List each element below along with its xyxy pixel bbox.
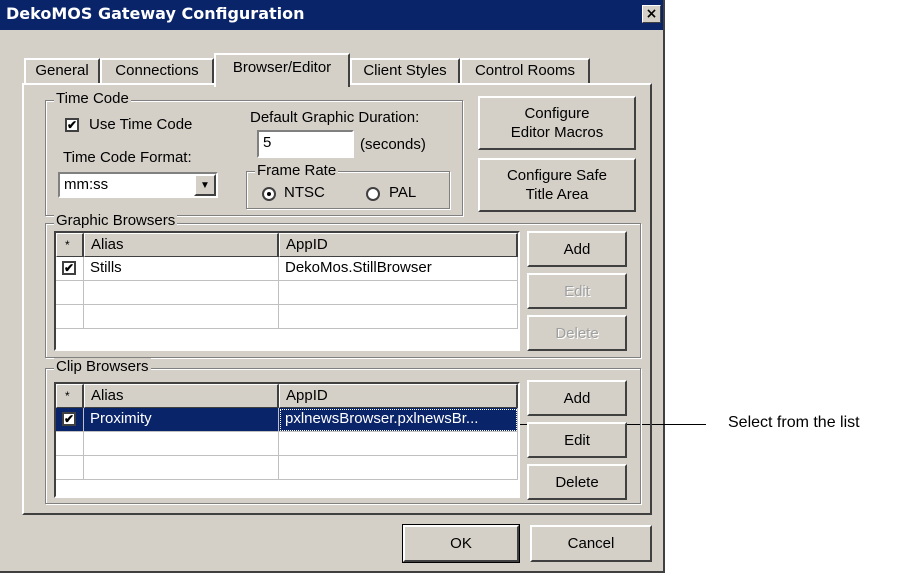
use-time-code-checkbox[interactable]: ✔ — [65, 118, 79, 132]
ntsc-label: NTSC — [284, 184, 325, 201]
graphic-delete-button[interactable]: Delete — [527, 315, 627, 351]
close-button[interactable]: × — [642, 5, 661, 23]
empty-cell — [279, 281, 518, 305]
tab-control-rooms[interactable]: Control Rooms — [460, 58, 590, 84]
configure-safe-title-area-button[interactable]: Configure Safe Title Area — [478, 158, 636, 212]
empty-cell — [84, 281, 279, 305]
clip-add-button[interactable]: Add — [527, 380, 627, 416]
appid-cell: pxlnewsBrowser.pxlnewsBr... — [279, 408, 518, 432]
tab-connections[interactable]: Connections — [100, 58, 214, 84]
appid-cell: DekoMos.StillBrowser — [279, 257, 518, 281]
column-header-alias[interactable]: Alias — [84, 233, 279, 257]
clip-browsers-group-label: Clip Browsers — [54, 358, 151, 375]
title-bar[interactable]: DekoMOS Gateway Configuration × — [0, 0, 663, 30]
time-code-format-select[interactable]: mm:ss ▼ — [58, 172, 218, 198]
empty-cell — [84, 305, 279, 329]
dropdown-button[interactable]: ▼ — [194, 174, 216, 196]
column-header-star[interactable]: * — [56, 384, 84, 408]
column-header-alias[interactable]: Alias — [84, 384, 279, 408]
ntsc-radio[interactable] — [262, 187, 276, 201]
default-duration-label: Default Graphic Duration: — [250, 109, 420, 126]
alias-cell: Stills — [84, 257, 279, 281]
chevron-down-icon: ▼ — [200, 179, 210, 191]
dialog-window: DekoMOS Gateway Configuration × General … — [0, 0, 665, 573]
default-duration-value: 5 — [263, 134, 272, 151]
empty-cell — [279, 456, 518, 480]
configure-editor-macros-button[interactable]: Configure Editor Macros — [478, 96, 636, 150]
stills-checkbox[interactable]: ✔ — [62, 261, 76, 275]
time-code-group-label: Time Code — [54, 90, 131, 107]
time-code-format-label: Time Code Format: — [63, 149, 192, 166]
empty-cell — [84, 432, 279, 456]
checkbox-check-icon: ✔ — [64, 261, 75, 275]
row-check-cell[interactable]: ✔ — [56, 408, 84, 432]
column-header-star[interactable]: * — [56, 233, 84, 257]
callout-text: Select from the list — [728, 414, 860, 431]
clip-edit-button[interactable]: Edit — [527, 422, 627, 458]
default-duration-input[interactable]: 5 — [257, 130, 354, 158]
frame-rate-label: Frame Rate — [255, 162, 339, 179]
checkbox-check-icon: ✔ — [64, 412, 75, 426]
pal-label: PAL — [389, 184, 417, 201]
tab-general[interactable]: General — [24, 58, 100, 84]
graphic-edit-button[interactable]: Edit — [527, 273, 627, 309]
proximity-checkbox[interactable]: ✔ — [62, 412, 76, 426]
empty-cell — [56, 305, 84, 329]
clip-browsers-list[interactable]: * Alias AppID ✔ Proximity pxlnewsBrowser… — [54, 382, 520, 498]
empty-cell — [279, 432, 518, 456]
empty-cell — [56, 456, 84, 480]
time-code-format-value: mm:ss — [64, 176, 109, 193]
clip-delete-button[interactable]: Delete — [527, 464, 627, 500]
graphic-browsers-list[interactable]: * Alias AppID ✔ Stills DekoMos.StillBrow… — [54, 231, 520, 351]
empty-cell — [56, 281, 84, 305]
close-icon: × — [645, 6, 658, 22]
column-header-appid[interactable]: AppID — [279, 233, 518, 257]
tab-browser-editor[interactable]: Browser/Editor — [214, 53, 350, 87]
seconds-label: (seconds) — [360, 136, 426, 153]
alias-cell: Proximity — [84, 408, 279, 432]
row-check-cell[interactable]: ✔ — [56, 257, 84, 281]
graphic-add-button[interactable]: Add — [527, 231, 627, 267]
window-title: DekoMOS Gateway Configuration — [6, 4, 305, 23]
empty-cell — [279, 305, 518, 329]
cancel-button[interactable]: Cancel — [530, 525, 652, 562]
use-time-code-label: Use Time Code — [89, 116, 193, 133]
column-header-appid[interactable]: AppID — [279, 384, 518, 408]
tab-client-styles[interactable]: Client Styles — [350, 58, 460, 84]
empty-cell — [56, 432, 84, 456]
checkbox-check-icon: ✔ — [67, 118, 78, 132]
pal-radio[interactable] — [366, 187, 380, 201]
ok-button[interactable]: OK — [402, 524, 520, 563]
graphic-browsers-group-label: Graphic Browsers — [54, 212, 178, 229]
empty-cell — [84, 456, 279, 480]
